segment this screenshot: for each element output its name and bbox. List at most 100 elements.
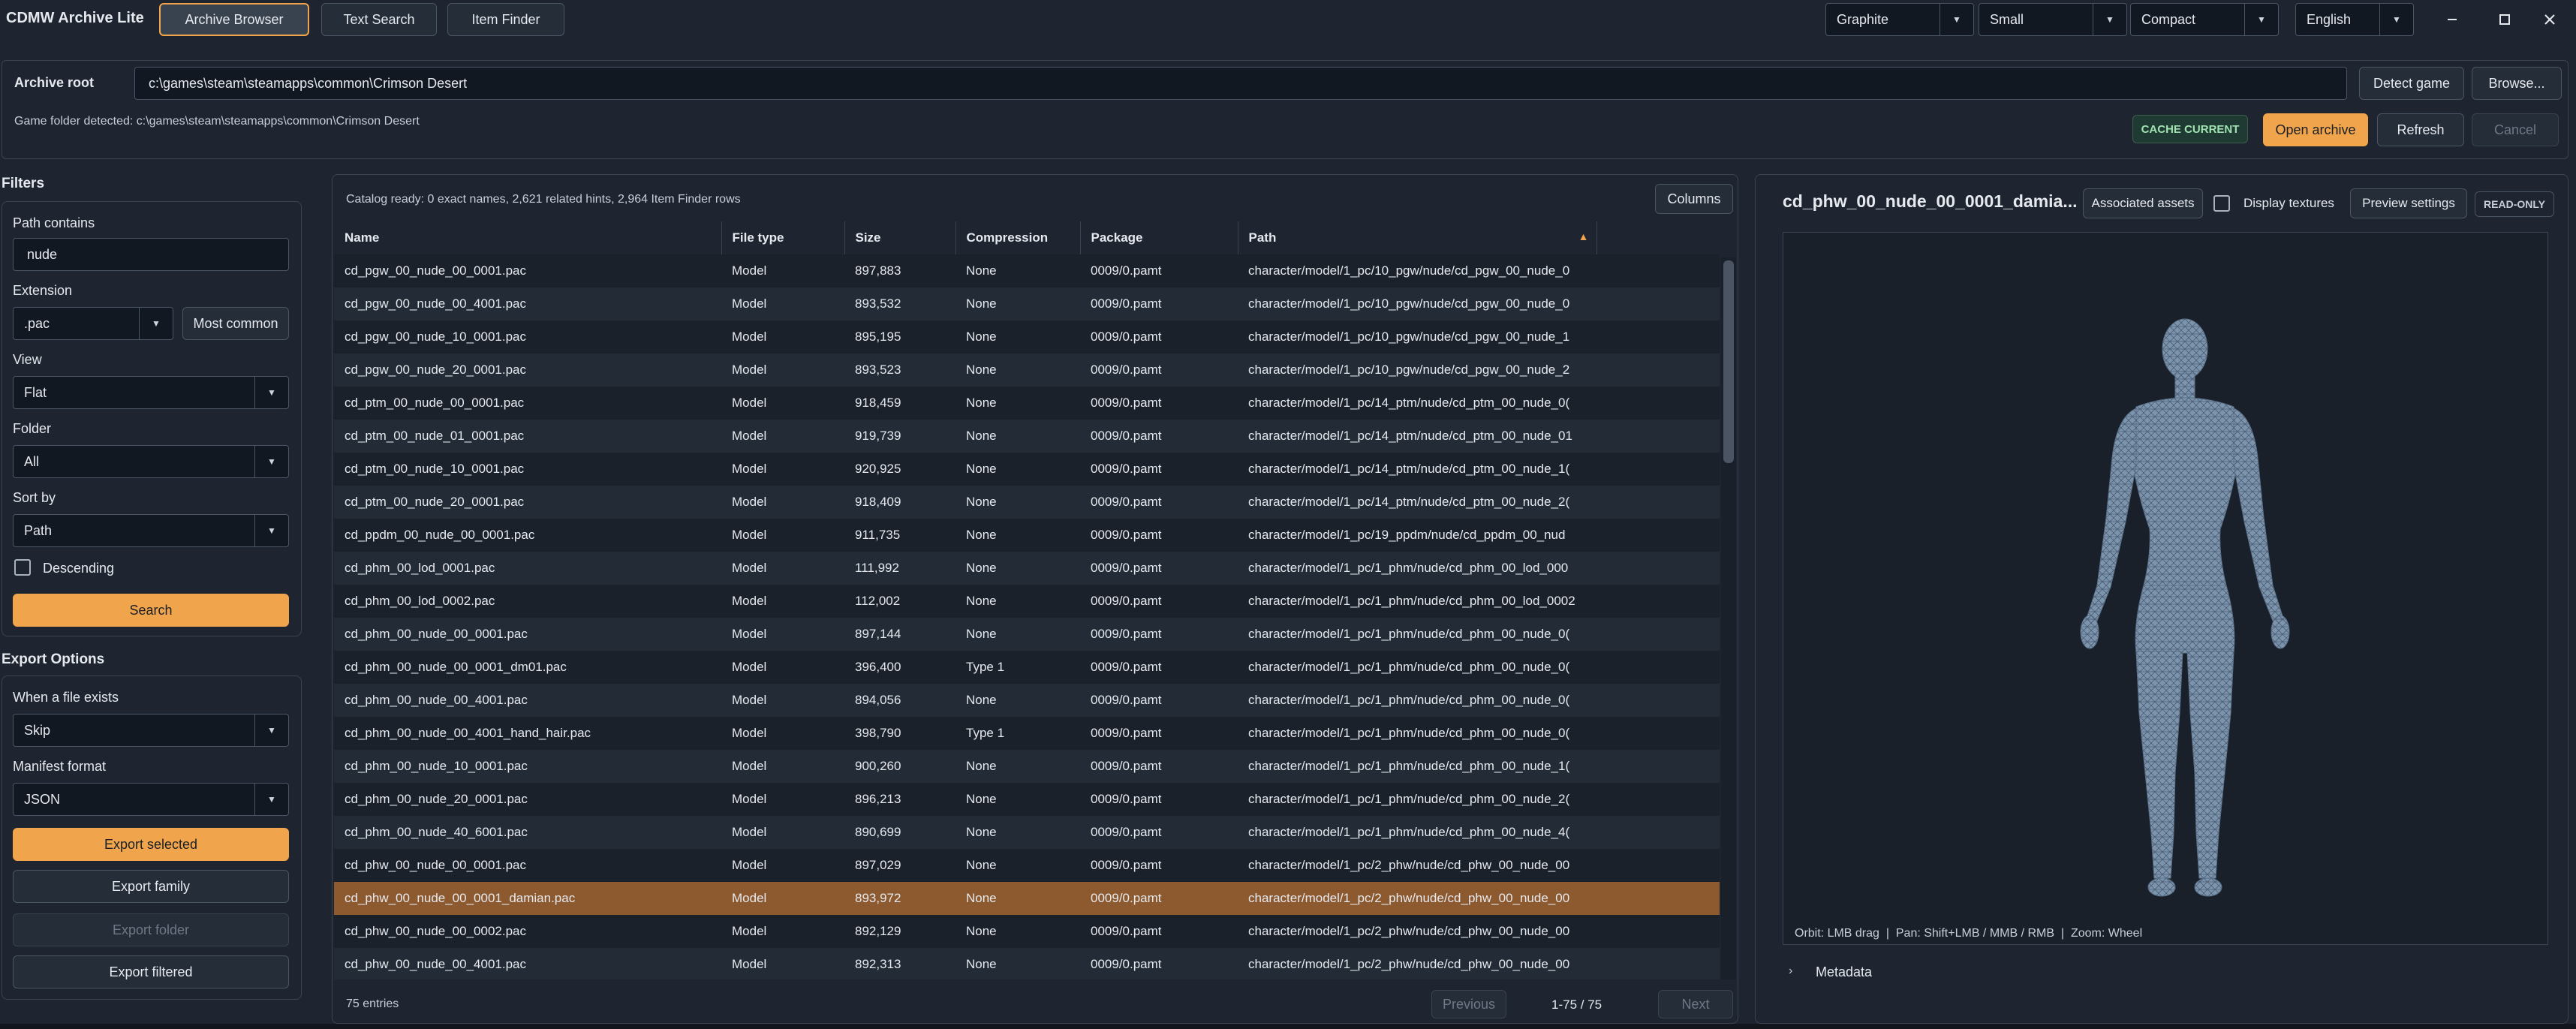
cell-name: cd_pgw_00_nude_00_0001.pac <box>334 254 721 287</box>
sort-by-label: Sort by <box>13 490 56 505</box>
catalog-table-body: cd_pgw_00_nude_00_0001.pac Model 897,883 No… <box>334 254 1720 979</box>
minimize-icon[interactable] <box>2426 3 2478 36</box>
cell-package: 0009/0.pamt <box>1080 684 1238 717</box>
density-select[interactable]: Compact ▼ <box>2130 3 2279 36</box>
model-viewport[interactable] <box>1783 232 2548 945</box>
cell-package: 0009/0.pamt <box>1080 651 1238 684</box>
table-row[interactable]: cd_phw_00_nude_00_0001.pac Model 897,029 No… <box>334 849 1720 882</box>
cancel-button[interactable]: Cancel <box>2472 113 2559 146</box>
export-family-button[interactable]: Export family <box>13 870 289 903</box>
cell-path: character/model/1_pc/1_phm/nude/cd_phm_0… <box>1238 651 1596 684</box>
metadata-section-toggle[interactable]: Metadata <box>1816 964 1872 980</box>
table-row[interactable]: cd_ptm_00_nude_01_0001.pac Model 919,739 No… <box>334 420 1720 453</box>
columns-button[interactable]: Columns <box>1655 184 1733 214</box>
cell-size: 920,925 <box>844 453 955 486</box>
column-header-compression[interactable]: Compression <box>955 221 1081 254</box>
view-select[interactable]: Flat ▼ <box>13 376 289 409</box>
table-row[interactable]: cd_phm_00_nude_40_6001.pac Model 890,699 No… <box>334 816 1720 849</box>
cell-file-type: Model <box>721 816 844 849</box>
browse-button[interactable]: Browse... <box>2472 67 2562 100</box>
preview-settings-button[interactable]: Preview settings <box>2350 188 2467 218</box>
table-row[interactable]: cd_pgw_00_nude_00_0001.pac Model 897,883 No… <box>334 254 1720 287</box>
descending-checkbox[interactable] <box>14 559 31 576</box>
cell-file-type: Model <box>721 948 844 979</box>
export-folder-button[interactable]: Export folder <box>13 913 289 946</box>
theme-select[interactable]: Graphite ▼ <box>1825 3 1974 36</box>
catalog-status: Catalog ready: 0 exact names, 2,621 rela… <box>346 193 741 206</box>
path-contains-input[interactable]: nude <box>13 238 289 271</box>
column-header-file-type[interactable]: File type <box>721 221 845 254</box>
detect-game-button[interactable]: Detect game <box>2359 67 2464 100</box>
cache-status-badge: CACHE CURRENT <box>2132 115 2248 143</box>
cell-file-type: Model <box>721 420 844 453</box>
table-row[interactable]: cd_phm_00_lod_0001.pac Model 111,992 None 00… <box>334 552 1720 585</box>
cell-package: 0009/0.pamt <box>1080 254 1238 287</box>
cell-name: cd_ppdm_00_nude_00_0001.pac <box>334 519 721 552</box>
table-row[interactable]: cd_phm_00_lod_0002.pac Model 112,002 None 00… <box>334 585 1720 618</box>
table-row[interactable]: cd_pgw_00_nude_10_0001.pac Model 895,195 No… <box>334 320 1720 354</box>
column-header-name[interactable]: Name <box>334 221 722 254</box>
table-row[interactable]: cd_phm_00_nude_20_0001.pac Model 896,213 No… <box>334 783 1720 816</box>
refresh-button[interactable]: Refresh <box>2377 113 2464 146</box>
close-icon[interactable] <box>2523 3 2576 36</box>
previous-page-button[interactable]: Previous <box>1431 990 1506 1018</box>
extension-select[interactable]: .pac ▼ <box>13 307 173 340</box>
table-row[interactable]: cd_phw_00_nude_00_0001_damian.pac Model 89… <box>334 882 1720 915</box>
table-row[interactable]: cd_phm_00_nude_00_0001_dm01.pac Model 396,… <box>334 651 1720 684</box>
archive-root-input[interactable]: c:\games\steam\steamapps\common\Crimson … <box>134 67 2347 100</box>
table-row[interactable]: cd_phw_00_nude_00_0002.pac Model 892,129 No… <box>334 915 1720 948</box>
cell-compression: None <box>955 387 1080 420</box>
tab-item-finder[interactable]: Item Finder <box>447 3 564 36</box>
folder-select[interactable]: All ▼ <box>13 445 289 478</box>
column-header-filler <box>1596 221 1720 254</box>
table-row[interactable]: cd_pgw_00_nude_20_0001.pac Model 893,523 No… <box>334 354 1720 387</box>
table-row[interactable]: cd_phm_00_nude_00_4001_hand_hair.pac Mode… <box>334 717 1720 750</box>
cell-size: 892,129 <box>844 915 955 948</box>
tab-text-search[interactable]: Text Search <box>321 3 437 36</box>
open-archive-button[interactable]: Open archive <box>2263 113 2368 146</box>
column-header-size[interactable]: Size <box>844 221 956 254</box>
next-page-button[interactable]: Next <box>1658 990 1733 1018</box>
cell-file-type: Model <box>721 254 844 287</box>
cell-size: 398,790 <box>844 717 955 750</box>
table-row[interactable]: cd_phm_00_nude_10_0001.pac Model 900,260 No… <box>334 750 1720 783</box>
cell-path: character/model/1_pc/1_phm/nude/cd_phm_0… <box>1238 750 1596 783</box>
language-select[interactable]: English ▼ <box>2295 3 2414 36</box>
cell-size: 892,313 <box>844 948 955 979</box>
cell-path: character/model/1_pc/10_pgw/nude/cd_pgw_… <box>1238 320 1596 354</box>
chevron-right-icon[interactable]: › <box>1789 964 1792 978</box>
chevron-down-icon: ▼ <box>254 784 288 815</box>
column-header-package[interactable]: Package <box>1080 221 1238 254</box>
sort-by-select[interactable]: Path ▼ <box>13 514 289 547</box>
cell-size: 896,213 <box>844 783 955 816</box>
catalog-scrollbar[interactable] <box>1721 257 1736 979</box>
tab-archive-browser[interactable]: Archive Browser <box>159 3 309 36</box>
cell-package: 0009/0.pamt <box>1080 882 1238 915</box>
table-row[interactable]: cd_phm_00_nude_00_0001.pac Model 897,144 No… <box>334 618 1720 651</box>
associated-assets-button[interactable]: Associated assets <box>2083 188 2203 218</box>
cell-compression: None <box>955 585 1080 618</box>
file-exists-select[interactable]: Skip ▼ <box>13 714 289 747</box>
cell-compression: None <box>955 849 1080 882</box>
search-button[interactable]: Search <box>13 594 289 627</box>
display-textures-checkbox[interactable] <box>2213 195 2230 212</box>
preview-panel: cd_phw_00_nude_00_0001_damia... Associat… <box>1755 174 2568 1024</box>
export-selected-button[interactable]: Export selected <box>13 828 289 861</box>
table-row[interactable]: cd_ptm_00_nude_20_0001.pac Model 918,409 No… <box>334 486 1720 519</box>
table-row[interactable]: cd_pgw_00_nude_00_4001.pac Model 893,532 No… <box>334 287 1720 320</box>
cell-name: cd_phw_00_nude_00_0001.pac <box>334 849 721 882</box>
export-filtered-button[interactable]: Export filtered <box>13 955 289 988</box>
cell-file-type: Model <box>721 915 844 948</box>
table-row[interactable]: cd_ppdm_00_nude_00_0001.pac Model 911,735 N… <box>334 519 1720 552</box>
table-row[interactable]: cd_ptm_00_nude_10_0001.pac Model 920,925 No… <box>334 453 1720 486</box>
manifest-format-select[interactable]: JSON ▼ <box>13 783 289 816</box>
preview-title: cd_phw_00_nude_00_0001_damia... <box>1783 191 2078 211</box>
column-header-path[interactable]: Path ▲ <box>1238 221 1597 254</box>
table-row[interactable]: cd_ptm_00_nude_00_0001.pac Model 918,459 No… <box>334 387 1720 420</box>
table-row[interactable]: cd_phm_00_nude_00_4001.pac Model 894,056 No… <box>334 684 1720 717</box>
table-row[interactable]: cd_phw_00_nude_00_4001.pac Model 892,313 No… <box>334 948 1720 979</box>
most-common-button[interactable]: Most common <box>182 307 289 340</box>
catalog-scrollbar-thumb[interactable] <box>1723 260 1734 463</box>
cell-file-type: Model <box>721 287 844 320</box>
size-select[interactable]: Small ▼ <box>1979 3 2127 36</box>
